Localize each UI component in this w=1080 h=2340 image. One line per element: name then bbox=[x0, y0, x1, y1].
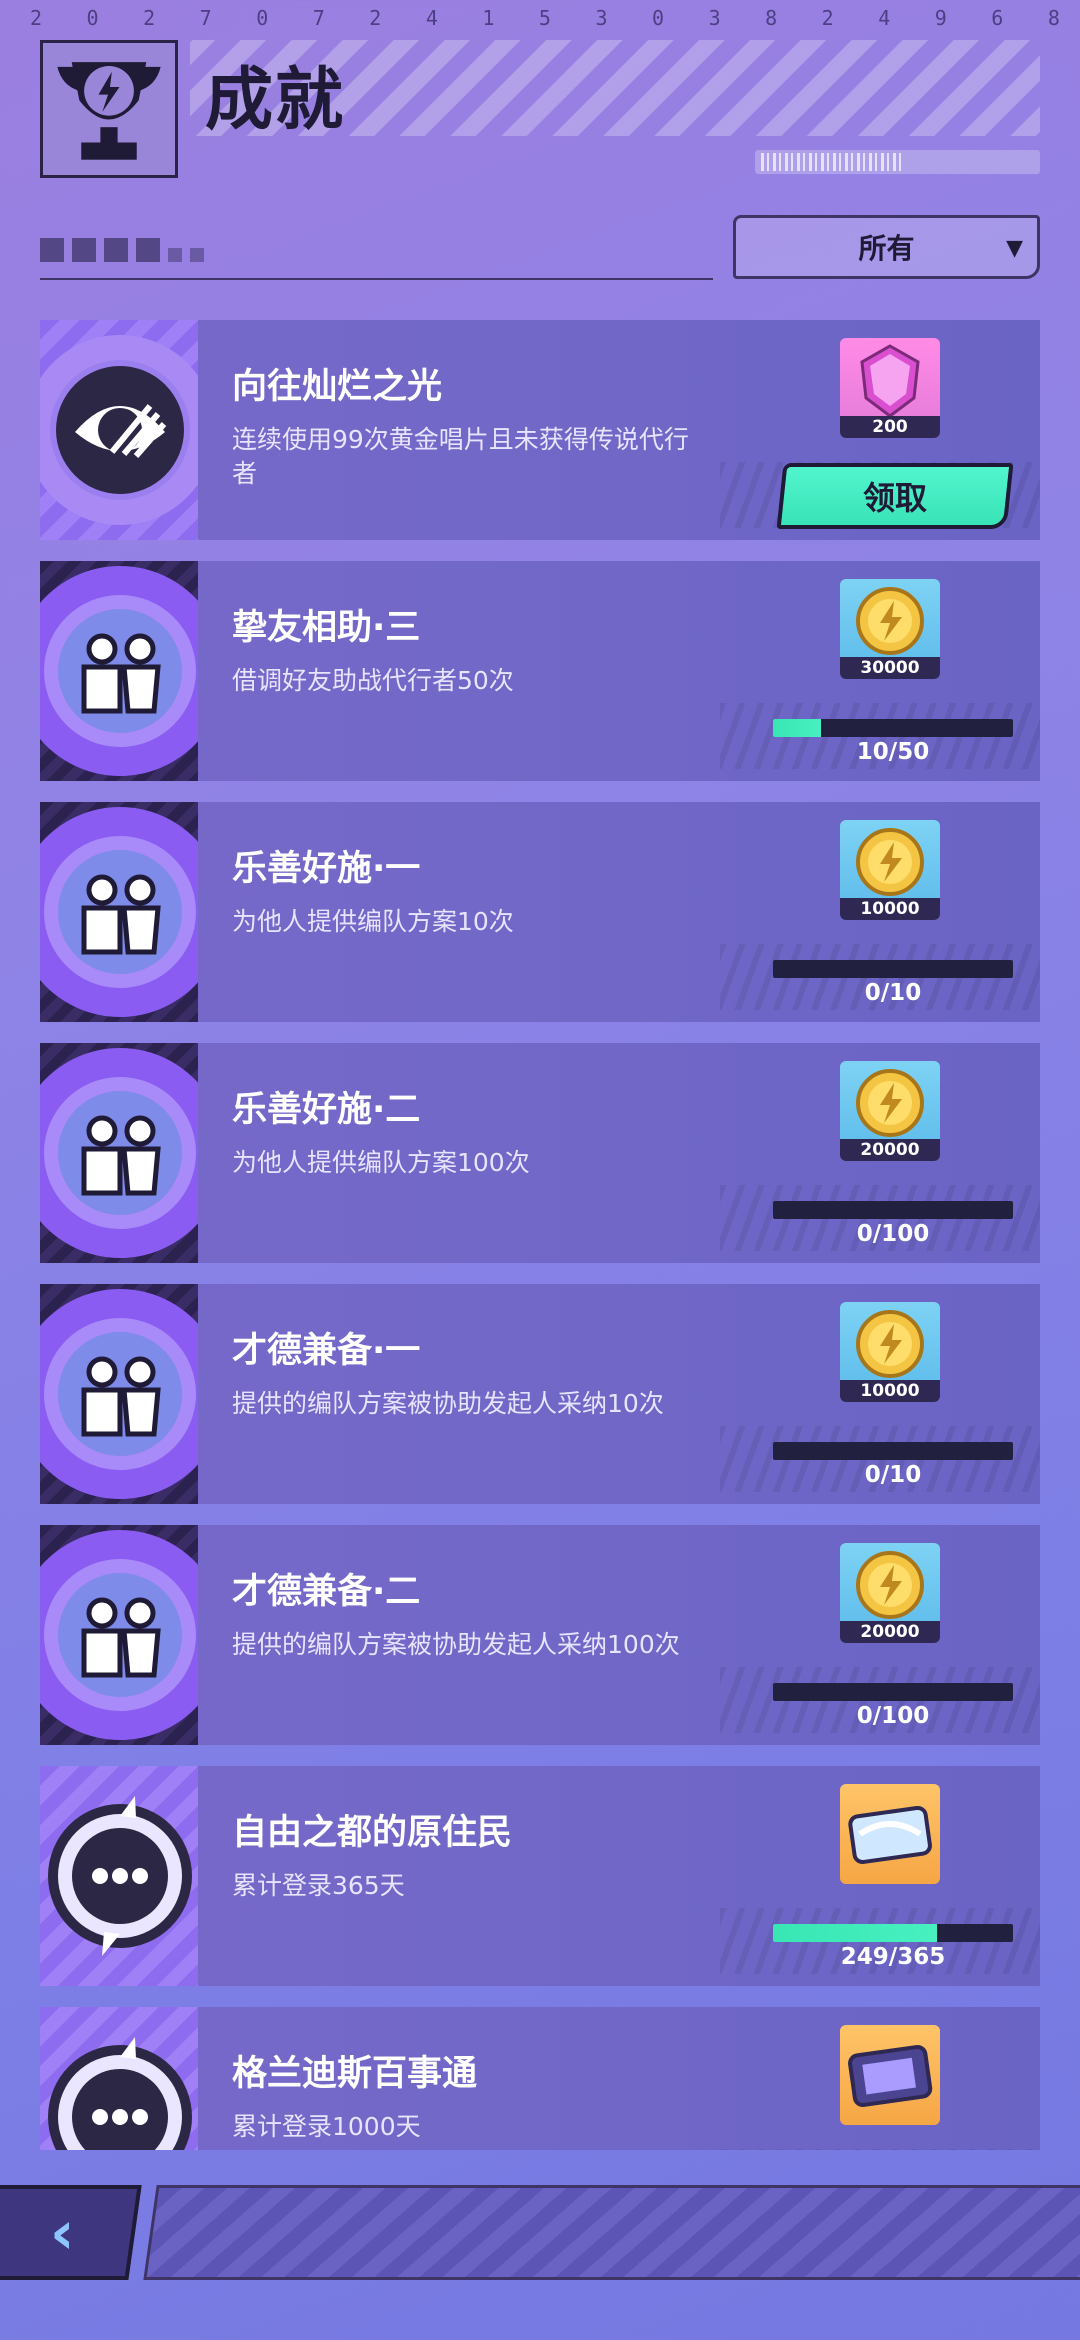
achievement-name: 挚友相助·三 bbox=[232, 608, 421, 648]
achievement-badge-icon bbox=[40, 320, 198, 540]
digit: 7 bbox=[312, 6, 325, 30]
digit: 1 bbox=[482, 6, 495, 30]
achievement-badge-icon bbox=[40, 802, 198, 1022]
reward-amount: 10000 bbox=[840, 898, 940, 920]
search-underline bbox=[40, 278, 713, 280]
achievement-description: 累计登录1000天 bbox=[232, 2112, 421, 2141]
coin-reward-icon: 10000 bbox=[840, 820, 940, 920]
ticket-reward-icon bbox=[840, 1784, 940, 1884]
digit: 2 bbox=[30, 6, 43, 30]
search-placeholder-blocks[interactable] bbox=[40, 238, 204, 262]
achievement-description: 连续使用99次黄金唱片且未获得传说代行者 bbox=[232, 425, 689, 488]
achievement-card[interactable]: 才德兼备·一提供的编队方案被协助发起人采纳10次 10000 0/10 bbox=[40, 1284, 1040, 1504]
back-button[interactable]: ‹ bbox=[0, 2185, 142, 2280]
chevron-left-icon: ‹ bbox=[50, 2197, 75, 2268]
gem-reward-icon: 200 bbox=[840, 338, 940, 438]
digit: 5 bbox=[538, 6, 551, 30]
progress-bar bbox=[773, 1442, 1013, 1460]
achievement-badge-icon bbox=[40, 1284, 198, 1504]
progress-text: 0/100 bbox=[856, 1703, 930, 1729]
digit: 9 bbox=[934, 6, 947, 30]
page-title: 成就 bbox=[205, 61, 346, 140]
achievement-name: 乐善好施·一 bbox=[232, 849, 421, 889]
achievement-badge-icon bbox=[40, 1766, 198, 1986]
achievement-card[interactable]: 挚友相助·三借调好友助战代行者50次 30000 10/50 bbox=[40, 561, 1040, 781]
achievement-name: 才德兼备·一 bbox=[232, 1331, 421, 1371]
digit: 2 bbox=[821, 6, 834, 30]
achievement-badge-icon bbox=[40, 561, 198, 781]
achievement-card[interactable]: 乐善好施·二为他人提供编队方案100次 20000 0/100 bbox=[40, 1043, 1040, 1263]
filter-label: 所有 bbox=[858, 232, 915, 265]
progress-bar bbox=[773, 1924, 1013, 1942]
achievement-name: 乐善好施·二 bbox=[232, 1090, 421, 1130]
digit: 7 bbox=[199, 6, 212, 30]
achievement-card[interactable]: 才德兼备·二提供的编队方案被协助发起人采纳100次 20000 0/100 bbox=[40, 1525, 1040, 1745]
digit: 4 bbox=[425, 6, 438, 30]
progress-zone bbox=[720, 2149, 1040, 2150]
progress-text: 249/365 bbox=[840, 1944, 946, 1970]
progress-bar bbox=[773, 1683, 1013, 1701]
achievement-description: 提供的编队方案被协助发起人采纳100次 bbox=[232, 1630, 680, 1659]
digit: 2 bbox=[143, 6, 156, 30]
progress-bar bbox=[773, 719, 1013, 737]
reward-amount: 30000 bbox=[840, 657, 940, 679]
achievement-name: 才德兼备·二 bbox=[232, 1572, 421, 1612]
achievement-card[interactable]: 格兰迪斯百事通累计登录1000天 bbox=[40, 2007, 1040, 2150]
digit: 8 bbox=[765, 6, 778, 30]
coin-reward-icon: 20000 bbox=[840, 1543, 940, 1643]
top-digit-strip: 2 0 2 7 0 7 2 4 1 5 3 0 3 8 2 4 9 6 8 bbox=[30, 6, 1060, 36]
achievement-card[interactable]: 自由之都的原住民累计登录365天 249/365 bbox=[40, 1766, 1040, 1986]
achievement-name: 格兰迪斯百事通 bbox=[232, 2054, 478, 2094]
digit: 3 bbox=[595, 6, 608, 30]
digit: 4 bbox=[878, 6, 891, 30]
progress-bar bbox=[773, 960, 1013, 978]
achievement-badge-icon bbox=[40, 1043, 198, 1263]
progress-fill bbox=[773, 719, 821, 737]
digit: 3 bbox=[708, 6, 721, 30]
filter-dropdown[interactable]: 所有 ▼ bbox=[733, 215, 1040, 279]
coin-reward-icon: 30000 bbox=[840, 579, 940, 679]
achievement-name: 向往灿烂之光 bbox=[232, 367, 443, 407]
achievement-list[interactable]: 向往灿烂之光连续使用99次黄金唱片且未获得传说代行者 200 领取 挚友相助·三借调… bbox=[40, 320, 1040, 2150]
progress-text: 0/10 bbox=[864, 980, 922, 1006]
reward-amount: 10000 bbox=[840, 1380, 940, 1402]
reward-amount: 20000 bbox=[840, 1139, 940, 1161]
ticket-reward-icon bbox=[840, 2025, 940, 2125]
progress-text: 10/50 bbox=[856, 739, 930, 765]
progress-bar bbox=[773, 1201, 1013, 1219]
achievement-description: 为他人提供编队方案100次 bbox=[232, 1148, 530, 1177]
digit: 0 bbox=[256, 6, 269, 30]
claim-label: 领取 bbox=[862, 479, 927, 517]
coin-reward-icon: 20000 bbox=[840, 1061, 940, 1161]
bottom-bar bbox=[143, 2185, 1080, 2280]
reward-amount: 200 bbox=[840, 416, 940, 438]
achievement-description: 提供的编队方案被协助发起人采纳10次 bbox=[232, 1389, 664, 1418]
achievement-card[interactable]: 向往灿烂之光连续使用99次黄金唱片且未获得传说代行者 200 领取 bbox=[40, 320, 1040, 540]
progress-fill bbox=[773, 1924, 937, 1942]
coin-reward-icon: 10000 bbox=[840, 1302, 940, 1402]
achievement-card[interactable]: 乐善好施·一为他人提供编队方案10次 10000 0/10 bbox=[40, 802, 1040, 1022]
achievement-description: 借调好友助战代行者50次 bbox=[232, 666, 514, 695]
reward-amount: 20000 bbox=[840, 1621, 940, 1643]
digit: 0 bbox=[652, 6, 665, 30]
achievement-badge-icon bbox=[40, 1525, 198, 1745]
achievement-description: 累计登录365天 bbox=[232, 1871, 405, 1900]
digit: 6 bbox=[991, 6, 1004, 30]
claim-button[interactable]: 领取 bbox=[776, 463, 1014, 529]
trophy-icon bbox=[40, 40, 178, 178]
digit: 8 bbox=[1047, 6, 1060, 30]
barcode-decoration bbox=[755, 150, 1040, 174]
achievement-description: 为他人提供编队方案10次 bbox=[232, 907, 514, 936]
digit: 2 bbox=[369, 6, 382, 30]
progress-text: 0/100 bbox=[856, 1221, 930, 1247]
achievement-badge-icon bbox=[40, 2007, 198, 2150]
dropdown-arrow-icon: ▼ bbox=[1006, 236, 1023, 261]
digit: 0 bbox=[86, 6, 99, 30]
progress-text: 0/10 bbox=[864, 1462, 922, 1488]
achievement-name: 自由之都的原住民 bbox=[232, 1813, 513, 1853]
